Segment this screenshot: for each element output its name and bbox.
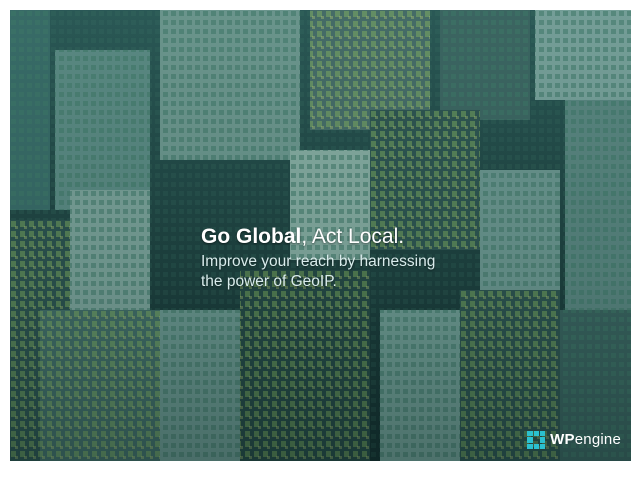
logo-wordmark: WPengine: [550, 431, 621, 449]
logo-wordmark-bold: WP: [550, 431, 575, 448]
wpengine-logo[interactable]: WPengine: [527, 431, 621, 449]
logo-wordmark-light: engine: [574, 431, 621, 448]
subtext-line-1: Improve your reach by harnessing: [201, 253, 436, 270]
hero-headline: Go Global, Act Local.: [201, 225, 531, 249]
hero-subtext: Improve your reach by harnessing the pow…: [201, 252, 531, 292]
wpengine-grid-icon: [527, 431, 546, 449]
hero-text-block: Go Global, Act Local. Improve your reach…: [201, 225, 531, 292]
subtext-line-2: the power of GeoIP.: [201, 273, 337, 290]
hero-banner: Go Global, Act Local. Improve your reach…: [10, 10, 631, 461]
headline-bold-part: Go Global: [201, 225, 302, 248]
headline-rest-part: , Act Local.: [301, 225, 405, 248]
